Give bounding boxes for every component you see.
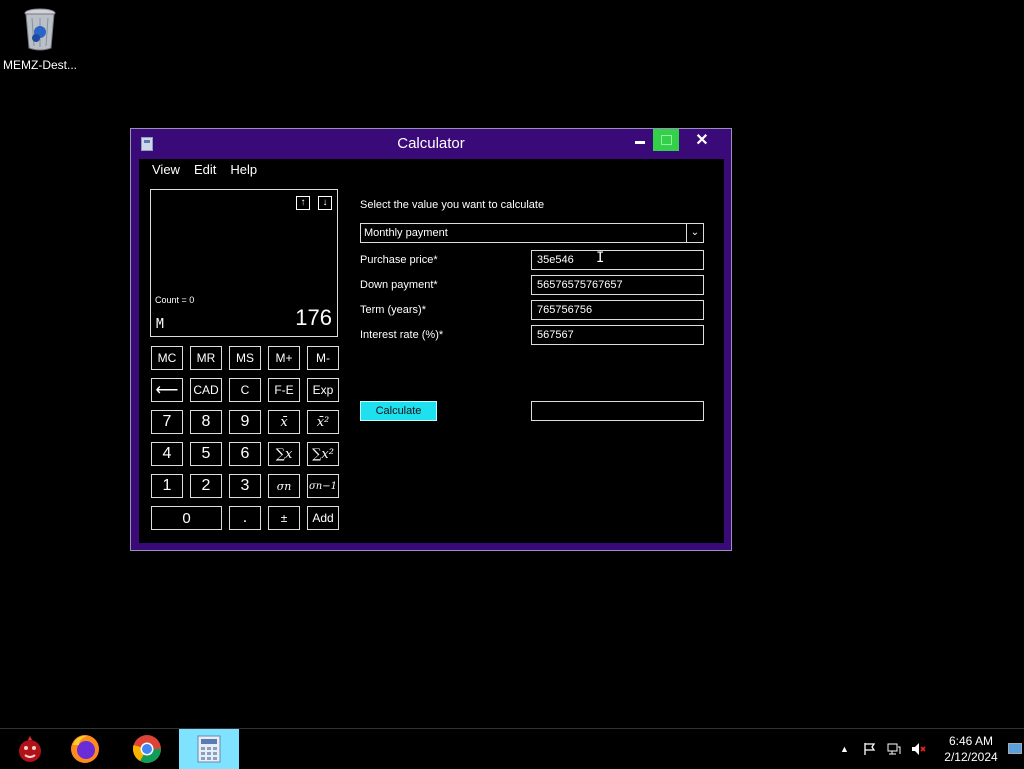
term-label: Term (years)*: [360, 304, 427, 316]
key-decimal[interactable]: .: [229, 506, 261, 530]
clock-date: 2/12/2024: [944, 750, 998, 764]
chevron-down-icon[interactable]: ⌄: [686, 224, 703, 242]
desktop-icon-recycle-bin[interactable]: MEMZ-Dest...: [2, 6, 78, 72]
result-field[interactable]: [531, 401, 704, 421]
close-icon: ✕: [695, 132, 709, 149]
purchase-price-input[interactable]: 35e546: [531, 250, 704, 270]
menu-bar: View Edit Help: [145, 162, 264, 177]
calculator-display: ↑ ↓ Count = 0 M 176: [150, 189, 338, 337]
text-cursor-icon: I: [596, 250, 605, 266]
down-payment-label: Down payment*: [360, 279, 438, 291]
key-m-minus[interactable]: M-: [307, 346, 339, 370]
menu-view[interactable]: View: [145, 162, 187, 177]
maximize-button[interactable]: [653, 129, 679, 151]
system-clock[interactable]: 6:46 AM 2/12/2024: [936, 733, 1006, 765]
purchase-price-label: Purchase price*: [360, 254, 438, 266]
volume-muted-icon[interactable]: [910, 729, 928, 769]
memory-indicator: M: [156, 317, 164, 332]
memz-icon: [19, 736, 41, 762]
key-mean[interactable]: x̄: [268, 410, 300, 434]
taskbar-calculator[interactable]: [179, 729, 239, 769]
key-sum[interactable]: ∑x: [268, 442, 300, 466]
key-6[interactable]: 6: [229, 442, 261, 466]
key-3[interactable]: 3: [229, 474, 261, 498]
arrow-up-icon: ↑: [300, 197, 306, 208]
menu-edit[interactable]: Edit: [187, 162, 223, 177]
calculator-client-area: View Edit Help ↑ ↓ Count = 0 M 176 MC MR…: [139, 159, 724, 543]
key-clear[interactable]: C: [229, 378, 261, 402]
calculator-window: Calculator ✕ View Edit Help ↑ ↓ Count = …: [130, 128, 732, 551]
calculate-button[interactable]: Calculate: [360, 401, 437, 421]
key-mean-squares[interactable]: x̄²: [307, 410, 339, 434]
key-plus-minus[interactable]: ±: [268, 506, 300, 530]
taskbar-firefox[interactable]: [55, 729, 115, 769]
arrow-down-icon: ↓: [322, 197, 328, 208]
key-ms[interactable]: MS: [229, 346, 261, 370]
close-button[interactable]: ✕: [687, 129, 717, 151]
minimize-button[interactable]: [627, 129, 653, 151]
key-2[interactable]: 2: [190, 474, 222, 498]
key-4[interactable]: 4: [151, 442, 183, 466]
title-bar[interactable]: Calculator ✕: [131, 129, 731, 159]
calculation-type-select[interactable]: Monthly payment ⌄: [360, 223, 704, 243]
calculation-prompt: Select the value you want to calculate: [360, 199, 545, 211]
key-f-e[interactable]: F-E: [268, 378, 300, 402]
calculator-icon: [197, 735, 221, 763]
key-cad[interactable]: CAD: [190, 378, 222, 402]
maximize-icon: [660, 135, 672, 145]
term-input[interactable]: 765756756: [531, 300, 704, 320]
key-m-plus[interactable]: M+: [268, 346, 300, 370]
statistics-count: Count = 0: [155, 295, 195, 305]
clock-time: 6:46 AM: [948, 734, 994, 748]
history-up-button[interactable]: ↑: [296, 196, 310, 210]
key-add[interactable]: Add: [307, 506, 339, 530]
key-std-dev-n[interactable]: σn: [268, 474, 300, 498]
menu-help[interactable]: Help: [223, 162, 264, 177]
display-value: 176: [295, 305, 332, 330]
key-mc[interactable]: MC: [151, 346, 183, 370]
key-std-dev-n-minus-1[interactable]: σn−1: [307, 474, 339, 498]
down-payment-input[interactable]: 56576575767657: [531, 275, 704, 295]
key-0[interactable]: 0: [151, 506, 222, 530]
interest-rate-label: Interest rate (%)*: [360, 329, 444, 341]
chrome-icon: [132, 735, 161, 763]
minimize-icon: [635, 140, 645, 144]
chevron-up-icon: ▲: [840, 744, 849, 754]
interest-rate-input[interactable]: 567567: [531, 325, 704, 345]
key-5[interactable]: 5: [190, 442, 222, 466]
taskbar: ▲ 6:46 AM 2/12/2024: [0, 728, 1024, 769]
network-icon[interactable]: [886, 729, 902, 769]
history-down-button[interactable]: ↓: [318, 196, 332, 210]
taskbar-chrome[interactable]: [117, 729, 177, 769]
desktop-icon-label: MEMZ-Dest...: [3, 58, 77, 72]
recycle-bin-icon: [20, 6, 60, 52]
key-8[interactable]: 8: [190, 410, 222, 434]
tray-overflow-button[interactable]: ▲: [840, 729, 849, 769]
action-center-flag-icon[interactable]: [862, 729, 878, 769]
key-7[interactable]: 7: [151, 410, 183, 434]
key-1[interactable]: 1: [151, 474, 183, 498]
key-sum-squares[interactable]: ∑x²: [307, 442, 339, 466]
selected-option: Monthly payment: [364, 227, 448, 239]
notification-icon[interactable]: [1008, 743, 1022, 754]
key-9[interactable]: 9: [229, 410, 261, 434]
firefox-icon: [71, 735, 99, 763]
key-exp[interactable]: Exp: [307, 378, 339, 402]
key-mr[interactable]: MR: [190, 346, 222, 370]
key-backspace[interactable]: ⟵: [151, 378, 183, 402]
taskbar-start-memz[interactable]: [0, 729, 60, 769]
